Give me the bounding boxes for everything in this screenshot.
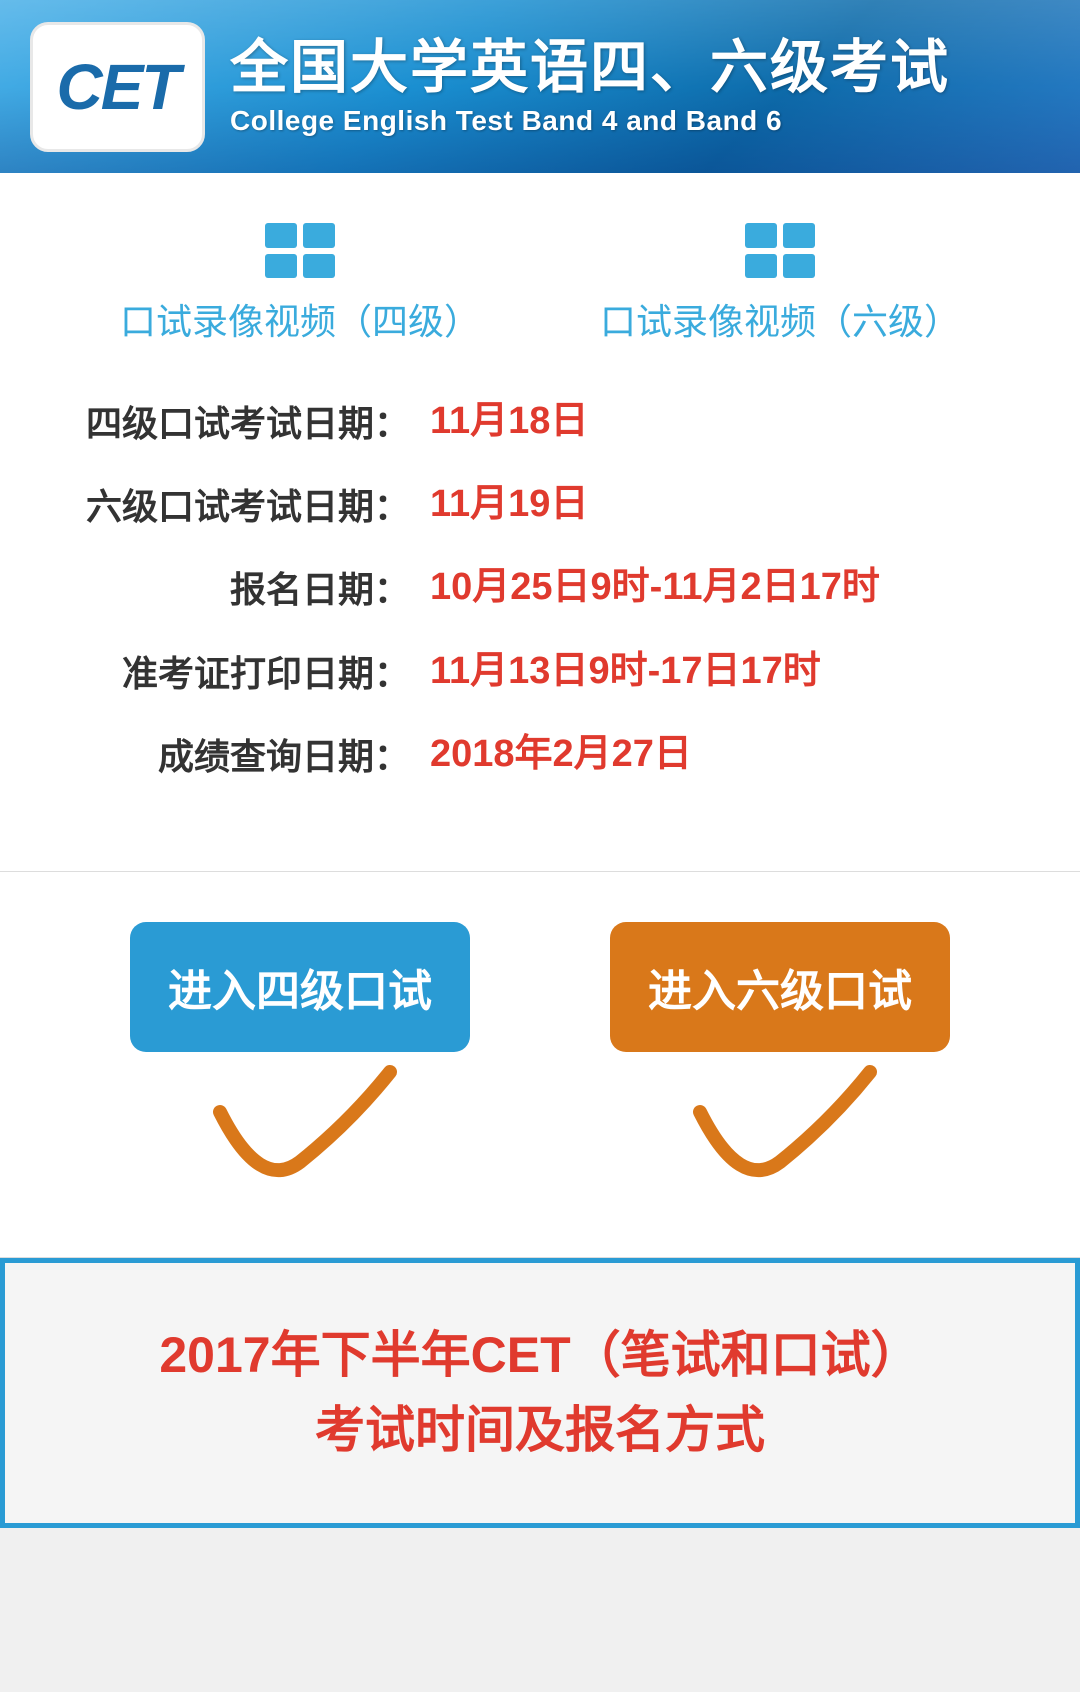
enter-6-button[interactable]: 进入六级口试 xyxy=(610,922,950,1052)
video-square-7 xyxy=(745,254,777,279)
video-label-4: 口试录像视频（四级） xyxy=(120,293,480,345)
bottom-title-line2: 考试时间及报名方式 xyxy=(65,1393,1015,1468)
video-square-5 xyxy=(745,223,777,248)
info-value-4: 11月13日9时-17日17时 xyxy=(430,645,1020,698)
cet-logo-text: CET xyxy=(57,50,179,124)
info-row-4: 准考证打印日期： 11月13日9时-17日17时 xyxy=(60,645,1020,698)
video-label-6: 口试录像视频（六级） xyxy=(600,293,960,345)
info-table: 四级口试考试日期： 11月18日 六级口试考试日期： 11月19日 报名日期： … xyxy=(60,395,1020,781)
header-banner: CET 全国大学英语四、六级考试 College English Test Ba… xyxy=(0,0,1080,173)
button-section: 进入四级口试 进入六级口试 xyxy=(0,872,1080,1258)
enter-4-button[interactable]: 进入四级口试 xyxy=(130,922,470,1052)
video-item-4[interactable]: 口试录像视频（四级） xyxy=(120,223,480,345)
header-title-en: College English Test Band 4 and Band 6 xyxy=(230,105,950,137)
video-square-6 xyxy=(783,223,815,248)
video-row: 口试录像视频（四级） 口试录像视频（六级） xyxy=(60,223,1020,345)
bottom-banner[interactable]: 2017年下半年CET（笔试和口试） 考试时间及报名方式 xyxy=(0,1258,1080,1528)
info-label-4: 准考证打印日期： xyxy=(60,645,430,697)
btn-wrapper-6: 进入六级口试 xyxy=(610,922,950,1197)
btn-wrapper-4: 进入四级口试 xyxy=(130,922,470,1197)
info-value-1: 11月18日 xyxy=(430,395,1020,448)
main-section: 口试录像视频（四级） 口试录像视频（六级） 四级口试考试日期： 11月18日 六… xyxy=(0,173,1080,872)
header-title-cn: 全国大学英语四、六级考试 xyxy=(230,36,950,100)
video-square-2 xyxy=(303,223,335,248)
info-row-5: 成绩查询日期： 2018年2月27日 xyxy=(60,728,1020,781)
info-label-5: 成绩查询日期： xyxy=(60,728,430,780)
video-icon-4 xyxy=(265,223,335,278)
video-icon-6 xyxy=(745,223,815,278)
info-value-2: 11月19日 xyxy=(430,478,1020,531)
header-text-block: 全国大学英语四、六级考试 College English Test Band 4… xyxy=(230,36,950,137)
info-label-1: 四级口试考试日期： xyxy=(60,395,430,447)
cet-logo: CET xyxy=(30,22,205,152)
info-row-2: 六级口试考试日期： 11月19日 xyxy=(60,478,1020,531)
bottom-title: 2017年下半年CET（笔试和口试） 考试时间及报名方式 xyxy=(65,1318,1015,1468)
video-square-3 xyxy=(265,254,297,279)
info-row-3: 报名日期： 10月25日9时-11月2日17时 xyxy=(60,561,1020,614)
info-label-2: 六级口试考试日期： xyxy=(60,478,430,530)
bottom-title-line1: 2017年下半年CET（笔试和口试） xyxy=(65,1318,1015,1393)
video-square-1 xyxy=(265,223,297,248)
info-row-1: 四级口试考试日期： 11月18日 xyxy=(60,395,1020,448)
info-value-5: 2018年2月27日 xyxy=(430,728,1020,781)
video-square-8 xyxy=(783,254,815,279)
checkmark-4 xyxy=(200,1062,400,1197)
video-square-4 xyxy=(303,254,335,279)
info-label-3: 报名日期： xyxy=(60,561,430,613)
checkmark-6 xyxy=(680,1062,880,1197)
video-item-6[interactable]: 口试录像视频（六级） xyxy=(600,223,960,345)
info-value-3: 10月25日9时-11月2日17时 xyxy=(430,561,1020,614)
